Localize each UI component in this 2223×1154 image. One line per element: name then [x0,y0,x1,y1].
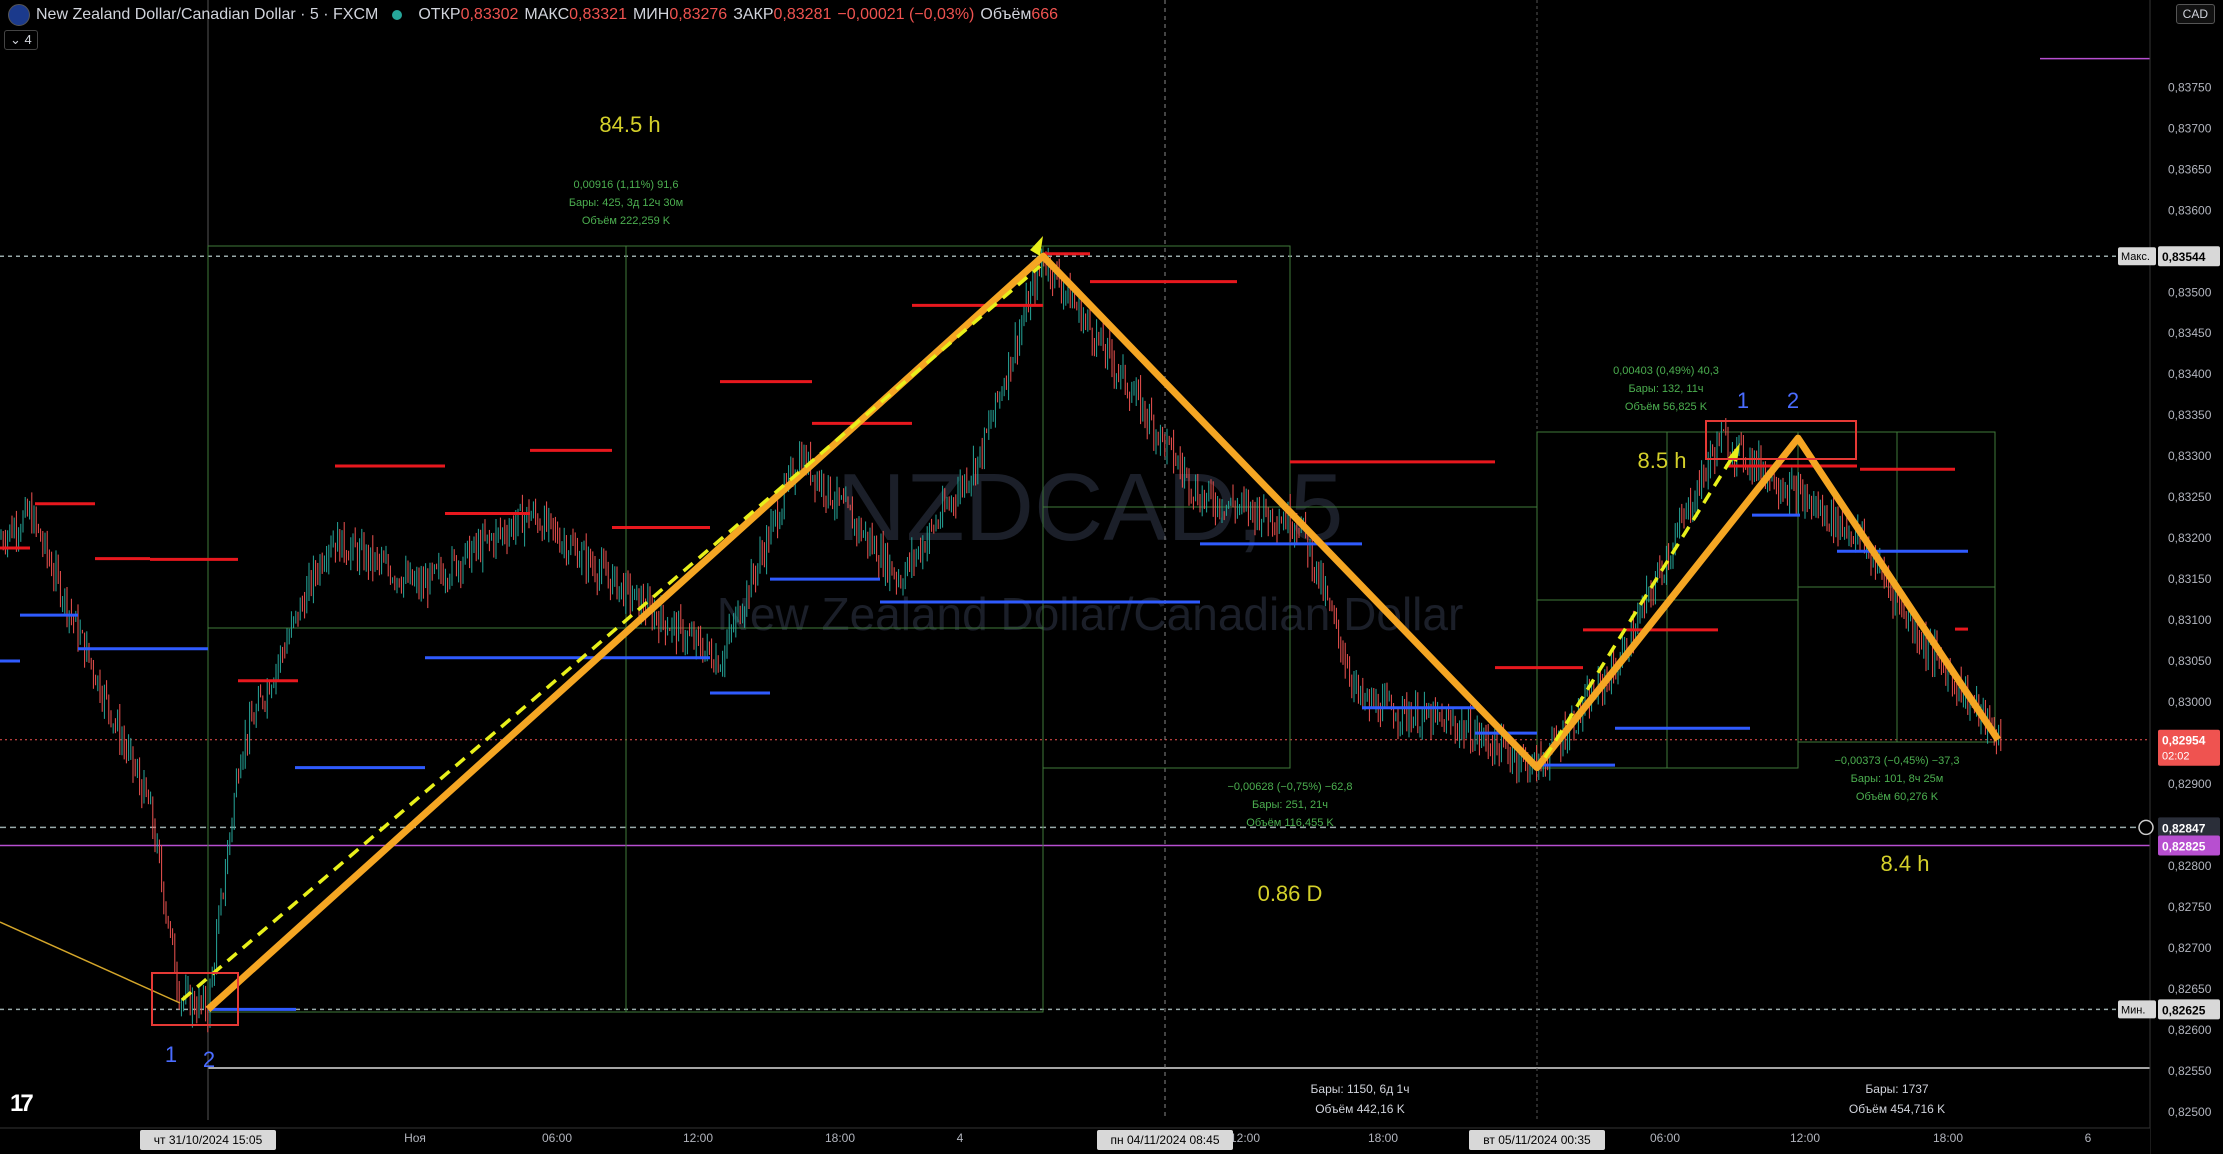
price-tick: 0,83000 [2168,695,2212,709]
price-tick: 0,83200 [2168,531,2212,545]
price-tick: 0,83250 [2168,490,2212,504]
measure-stat: Объём 116,455 K [1246,817,1334,829]
price-tick: 0,83450 [2168,326,2212,340]
time-tick: 4 [957,1131,964,1145]
price-label: 0,82847 [2162,821,2206,835]
time-tick: 6 [2085,1131,2092,1145]
measure-stat: Бары: 425, 3д 12ч 30м [569,197,683,209]
duration-label: 0.86 D [1258,881,1323,906]
time-label: вт 05/11/2024 00:35 [1483,1133,1591,1147]
volume-value: 666 [1031,6,1059,23]
market-status-icon [392,10,403,20]
price-tick: 0,83300 [2168,449,2212,463]
price-label: 0,82625 [2162,1003,2206,1017]
time-tick: 18:00 [1368,1131,1398,1145]
time-tick: 18:00 [825,1131,855,1145]
indicators-count: 4 [24,32,32,47]
time-tick: 12:00 [683,1131,713,1145]
price-label-countdown: 02:02 [2162,751,2190,763]
wave-number: 1 [1737,388,1749,413]
price-tick: 0,82800 [2168,859,2212,873]
measure-stat: −0,00628 (−0,75%) −62,8 [1227,781,1352,793]
price-tick: 0,82900 [2168,777,2212,791]
duration-label: 8.4 h [1881,851,1930,876]
symbol-title[interactable]: New Zealand Dollar/Canadian Dollar · 5 ·… [36,6,378,24]
price-tick: 0,83750 [2168,80,2212,94]
price-tick: 0,83700 [2168,121,2212,135]
watermark-name: New Zealand Dollar/Canadian Dollar [717,588,1464,640]
price-tick: 0,82750 [2168,900,2212,914]
measure-stat: 0,00916 (1,11%) 91,6 [574,179,679,191]
price-label: 0,82954 [2162,734,2206,748]
add-alert-icon [2138,819,2154,836]
change-value: −0,00021 (−0,03%) [837,6,975,23]
duration-label: 84.5 h [599,112,660,137]
time-tick: Ноя [404,1131,426,1145]
time-label: пн 04/11/2024 08:45 [1111,1133,1220,1147]
open-value: 0,83302 [460,6,519,23]
price-tick: 0,83150 [2168,572,2212,586]
low-value: 0,83276 [669,6,728,23]
price-tick: 0,83100 [2168,613,2212,627]
time-tick: 06:00 [1650,1131,1680,1145]
close-label: ЗАКР [733,6,774,23]
price-label: 0,83544 [2162,250,2206,264]
measure-stat: Объём 222,259 K [582,215,671,227]
price-tick: 0,83400 [2168,367,2212,381]
low-label: МИН [632,6,670,23]
currency-selector[interactable]: CAD [2175,4,2215,24]
duration-label: 8.5 h [1638,448,1687,473]
measure-stat: Бары: 132, 11ч [1628,383,1703,395]
time-label: чт 31/10/2024 15:05 [154,1133,263,1147]
price-tick: 0,83500 [2168,285,2212,299]
price-label: 0,82825 [2162,839,2206,853]
nzd-flag-icon [8,4,30,26]
price-label-prefix: Мин. [2121,1004,2145,1016]
price-tick: 0,83050 [2168,654,2212,668]
open-label: ОТКР [418,6,461,23]
time-tick: 12:00 [1790,1131,1820,1145]
measure-stat: −0,00373 (−0,45%) −37,3 [1834,755,1959,767]
measure-stat: Бары: 101, 8ч 25м [1851,773,1944,785]
price-tick: 0,83350 [2168,408,2212,422]
measure-stat: 0,00403 (0,49%) 40,3 [1613,365,1719,377]
chart-header: New Zealand Dollar/Canadian Dollar · 5 ·… [0,0,1058,30]
range-stat: Объём 454,716 K [1849,1102,1945,1116]
price-tick: 0,82700 [2168,941,2212,955]
high-label: МАКС [524,6,570,23]
price-tick: 0,82550 [2168,1064,2212,1078]
measure-stat: Объём 56,825 K [1625,401,1708,413]
price-label-prefix: Макс. [2121,251,2150,263]
price-tick: 0,83600 [2168,203,2212,217]
wave-number: 2 [203,1047,215,1072]
time-tick: 06:00 [542,1131,572,1145]
close-value: 0,83281 [773,6,832,23]
high-value: 0,83321 [569,6,627,23]
price-tick: 0,83650 [2168,162,2212,176]
indicators-toggle[interactable]: ⌄ 4 [4,30,38,50]
time-tick: 18:00 [1933,1131,1963,1145]
range-stat: Объём 442,16 K [1315,1102,1405,1116]
wave-number: 1 [165,1042,177,1067]
price-chart[interactable]: NZDCAD, 5New Zealand Dollar/Canadian Dol… [0,0,2223,1154]
price-tick: 0,82600 [2168,1023,2212,1037]
range-stat: Бары: 1150, 6д 1ч [1311,1082,1410,1096]
tradingview-logo[interactable]: 17 [10,1090,34,1118]
measure-stat: Объём 60,276 K [1856,791,1939,803]
price-tick: 0,82650 [2168,982,2212,996]
measure-stat: Бары: 251, 21ч [1252,799,1328,811]
wave-number: 2 [1787,388,1799,413]
volume-label: Объём [980,6,1032,23]
price-tick: 0,82500 [2168,1105,2212,1119]
time-tick: 12:00 [1230,1131,1260,1145]
time-axis [0,1128,2150,1154]
range-stat: Бары: 1737 [1865,1082,1929,1096]
